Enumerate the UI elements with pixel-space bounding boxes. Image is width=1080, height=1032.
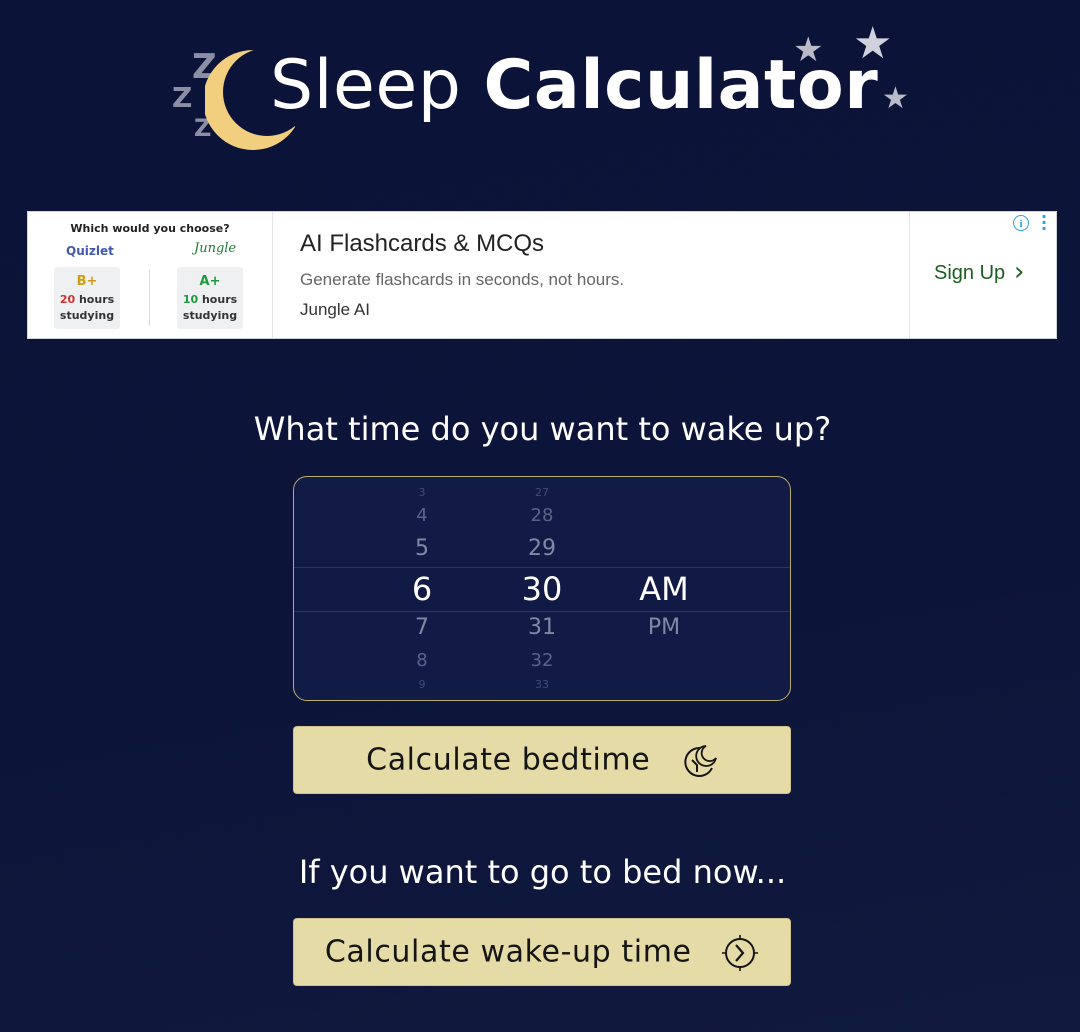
calculate-wakeup-button[interactable]: Calculate wake-up time — [293, 918, 791, 986]
chevron-right-icon[interactable]: › — [1014, 257, 1024, 287]
info-icon[interactable]: i — [1013, 215, 1029, 231]
wake-question: What time do you want to wake up? — [253, 410, 832, 448]
hours-right: 10 hours studying — [182, 293, 238, 322]
button-label: Calculate wake-up time — [324, 934, 692, 970]
grade-left: B+ — [76, 274, 98, 289]
hour-option[interactable]: 4 — [382, 507, 462, 525]
ad-question: Which would you choose? — [70, 222, 230, 235]
hour-option[interactable]: 7 — [382, 617, 462, 639]
minute-option[interactable]: 31 — [502, 617, 582, 639]
star-icon: ★ — [853, 18, 893, 69]
ad-banner[interactable]: Which would you choose? Quizlet Jungle B… — [27, 209, 1057, 339]
button-label: Calculate bedtime — [366, 742, 651, 778]
calculate-bedtime-button[interactable]: Calculate bedtime — [293, 726, 791, 794]
minute-option[interactable]: 32 — [502, 652, 582, 670]
grade-right: A+ — [199, 274, 221, 289]
divider — [909, 212, 910, 338]
quizlet-logo: Quizlet — [66, 244, 114, 258]
more-options-icon[interactable]: · · · — [1041, 209, 1047, 237]
star-icon: ★ — [793, 30, 824, 70]
header: Z Z Z Sleep Calculator ★ ★ ★ — [0, 0, 1080, 190]
title-light: Sleep — [270, 46, 462, 125]
ad-headline[interactable]: AI Flashcards & MCQs — [300, 230, 544, 258]
minute-selected[interactable]: 30 — [502, 573, 582, 605]
minute-option[interactable]: 29 — [502, 538, 582, 560]
grade-card-right: A+ 10 hours studying — [177, 267, 243, 329]
hour-option[interactable]: 5 — [382, 538, 462, 560]
period-option[interactable]: PM — [624, 617, 704, 639]
sleep-moon-icon — [684, 744, 717, 777]
ad-signup-link[interactable]: Sign Up — [934, 262, 1005, 285]
ad-advertiser: Jungle AI — [300, 300, 370, 319]
hours-left: 20 hours studying — [59, 293, 115, 322]
wake-sun-icon — [722, 934, 759, 971]
ad-image[interactable]: Which would you choose? Quizlet Jungle B… — [28, 212, 273, 338]
hour-selected[interactable]: 6 — [382, 573, 462, 605]
minute-option[interactable]: 33 — [502, 679, 582, 690]
minute-option[interactable]: 28 — [502, 507, 582, 525]
divider — [149, 270, 150, 326]
bed-now-question: If you want to go to bed now... — [298, 853, 787, 891]
star-icon: ★ — [882, 81, 909, 116]
hour-option[interactable]: 3 — [382, 487, 462, 498]
minute-option[interactable]: 27 — [502, 487, 582, 498]
jungle-logo: Jungle — [194, 241, 237, 256]
page-title: Sleep Calculator — [270, 52, 878, 120]
grade-card-left: B+ 20 hours studying — [54, 267, 120, 329]
ad-description: Generate flashcards in seconds, not hour… — [300, 270, 625, 289]
period-selected[interactable]: AM — [624, 573, 704, 605]
zzz-letter: Z — [172, 81, 193, 114]
hour-option[interactable]: 8 — [382, 652, 462, 670]
hour-option[interactable]: 9 — [382, 679, 462, 690]
time-picker[interactable]: 3 4 5 6 7 8 9 27 28 29 30 31 32 33 AM PM — [293, 476, 791, 701]
